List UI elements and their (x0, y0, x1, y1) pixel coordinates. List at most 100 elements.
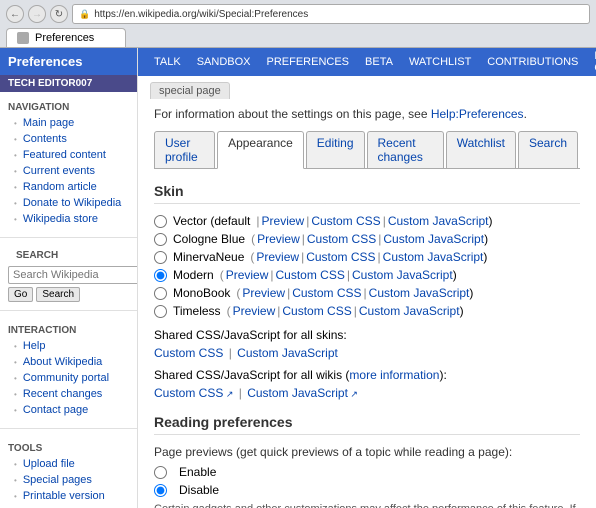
reading-radio-disable[interactable] (154, 484, 167, 497)
skin-label-cologne: Cologne Blue (173, 232, 245, 246)
go-button[interactable]: Go (8, 287, 33, 302)
search-button[interactable]: Search (36, 287, 80, 302)
skin-radio-modern[interactable] (154, 269, 167, 282)
help-link[interactable]: Help:Preferences (431, 107, 524, 121)
back-btn[interactable]: ← (6, 5, 24, 23)
reading-section: Reading preferences Page previews (get q… (154, 414, 580, 508)
sidebar-item-mainpage[interactable]: Main page (0, 115, 137, 131)
nav-talk[interactable]: TALK (146, 48, 189, 76)
username: TECH EDITOR007 (8, 78, 92, 89)
sidebar-item-currentevents[interactable]: Current events (0, 163, 137, 179)
shared-css-label: Shared CSS/JavaScript for all skins: (154, 328, 580, 342)
sidebar: Preferences TECH EDITOR007 Navigation Ma… (0, 48, 138, 508)
modern-js[interactable]: Custom JavaScript (352, 268, 453, 282)
reading-enable-row: Enable (154, 465, 580, 479)
skin-label-minerva: MinervaNeue (173, 250, 244, 264)
reading-heading: Reading preferences (154, 414, 580, 435)
search-section: Search Go Search (0, 242, 137, 306)
tab-editing[interactable]: Editing (306, 131, 365, 168)
monobook-preview[interactable]: Preview (242, 286, 285, 300)
skin-row-cologne: Cologne Blue ( Preview | Custom CSS | Cu… (154, 232, 580, 246)
sidebar-item-special[interactable]: Special pages (0, 472, 137, 488)
browser-nav: ← → ↻ 🔒 https://en.wikipedia.org/wiki/Sp… (6, 4, 590, 24)
modern-preview[interactable]: Preview (226, 268, 269, 282)
tab-appearance[interactable]: Appearance (217, 131, 304, 169)
nav-watchlist[interactable]: WATCHLIST (401, 48, 479, 76)
vector-css[interactable]: Custom CSS (311, 214, 380, 228)
shared-css-link[interactable]: Custom CSS (154, 346, 223, 360)
sidebar-item-random[interactable]: Random article (0, 179, 137, 195)
monobook-js[interactable]: Custom JavaScript (369, 286, 470, 300)
timeless-css[interactable]: Custom CSS (282, 304, 351, 318)
cologne-js[interactable]: Custom JavaScript (383, 232, 484, 246)
skin-label-vector: Vector (default (173, 214, 250, 228)
tab-search[interactable]: Search (518, 131, 578, 168)
cologne-preview[interactable]: Preview (257, 232, 300, 246)
sidebar-item-featured[interactable]: Featured content (0, 147, 137, 163)
wikis-css-link[interactable]: Custom CSS (154, 386, 233, 400)
shared-css-links: Custom CSS | Custom JavaScript (154, 346, 580, 360)
skin-row-modern: Modern ( Preview | Custom CSS | Custom J… (154, 268, 580, 282)
tools-heading: Tools (0, 439, 137, 456)
nav-beta[interactable]: BETA (357, 48, 401, 76)
search-heading: Search (8, 246, 129, 263)
skin-row-vector: Vector (default | Preview | Custom CSS |… (154, 214, 580, 228)
vector-preview[interactable]: Preview (262, 214, 305, 228)
sidebar-item-donate[interactable]: Donate to Wikipedia (0, 195, 137, 211)
shared-js-link[interactable]: Custom JavaScript (237, 346, 338, 360)
reload-btn[interactable]: ↻ (50, 5, 68, 23)
tab-favicon (17, 32, 29, 44)
tab-watchlist[interactable]: Watchlist (446, 131, 516, 168)
nav-heading: Navigation (0, 98, 137, 115)
skin-radio-monobook[interactable] (154, 287, 167, 300)
browser-tab[interactable]: Preferences (6, 28, 126, 47)
nav-logout[interactable]: LOG OUT (586, 48, 596, 76)
nav-preferences[interactable]: PREFERENCES (259, 48, 358, 76)
minerva-css[interactable]: Custom CSS (306, 250, 375, 264)
sidebar-item-contact[interactable]: Contact page (0, 402, 137, 418)
shared-wikis-label: Shared CSS/JavaScript for all wikis (mor… (154, 368, 580, 382)
nav-contributions[interactable]: CONTRIBUTIONS (479, 48, 586, 76)
skin-radio-timeless[interactable] (154, 305, 167, 318)
search-input[interactable] (8, 266, 138, 284)
skin-radio-minerva[interactable] (154, 251, 167, 264)
skin-radio-vector[interactable] (154, 215, 167, 228)
modern-css[interactable]: Custom CSS (276, 268, 345, 282)
minerva-preview[interactable]: Preview (256, 250, 299, 264)
monobook-css[interactable]: Custom CSS (292, 286, 361, 300)
content-area: special page For information about the s… (138, 76, 596, 508)
nav-sandbox[interactable]: SANDBOX (189, 48, 259, 76)
skin-row-monobook: MonoBook ( Preview | Custom CSS | Custom… (154, 286, 580, 300)
shared-wikis-links: Custom CSS | Custom JavaScript (154, 386, 580, 400)
vector-js[interactable]: Custom JavaScript (388, 214, 489, 228)
address-bar[interactable]: 🔒 https://en.wikipedia.org/wiki/Special:… (72, 4, 590, 24)
more-info-link[interactable]: more information (349, 368, 439, 382)
sidebar-item-about[interactable]: About Wikipedia (0, 354, 137, 370)
timeless-preview[interactable]: Preview (233, 304, 276, 318)
tabs-bar: User profile Appearance Editing Recent c… (154, 131, 580, 169)
tab-bar: Preferences (6, 28, 590, 47)
reading-radio-enable[interactable] (154, 466, 167, 479)
sidebar-item-store[interactable]: Wikipedia store (0, 211, 137, 227)
skin-heading: Skin (154, 183, 580, 204)
minerva-js[interactable]: Custom JavaScript (383, 250, 484, 264)
sidebar-item-print[interactable]: Printable version (0, 488, 137, 504)
url-text: https://en.wikipedia.org/wiki/Special:Pr… (94, 9, 308, 20)
tab-userprofile[interactable]: User profile (154, 131, 215, 168)
skin-section: Skin Vector (default | Preview | Custom … (154, 183, 580, 400)
sidebar-item-contents[interactable]: Contents (0, 131, 137, 147)
browser-chrome: ← → ↻ 🔒 https://en.wikipedia.org/wiki/Sp… (0, 0, 596, 48)
tab-title: Preferences (35, 32, 94, 44)
skin-label-modern: Modern (173, 268, 214, 282)
skin-radio-cologne[interactable] (154, 233, 167, 246)
sidebar-item-recentchanges[interactable]: Recent changes (0, 386, 137, 402)
sidebar-item-help[interactable]: Help (0, 338, 137, 354)
reading-disable-row: Disable (154, 483, 580, 497)
sidebar-item-upload[interactable]: Upload file (0, 456, 137, 472)
cologne-css[interactable]: Custom CSS (307, 232, 376, 246)
timeless-js[interactable]: Custom JavaScript (359, 304, 460, 318)
wikis-js-link[interactable]: Custom JavaScript (247, 386, 358, 400)
sidebar-item-community[interactable]: Community portal (0, 370, 137, 386)
tab-recentchanges[interactable]: Recent changes (367, 131, 444, 168)
forward-btn[interactable]: → (28, 5, 46, 23)
